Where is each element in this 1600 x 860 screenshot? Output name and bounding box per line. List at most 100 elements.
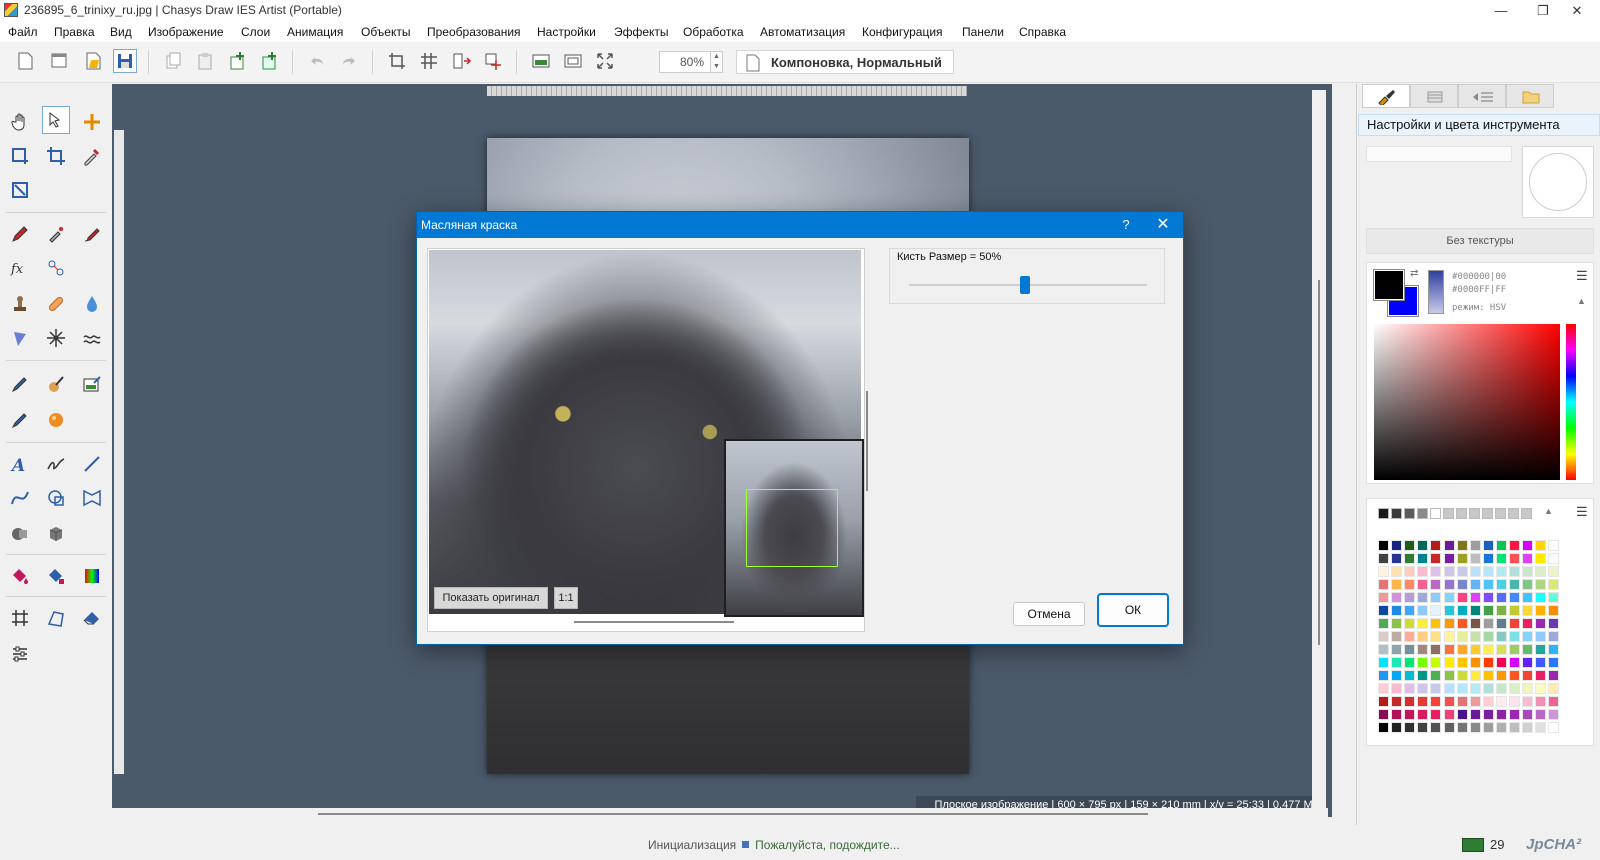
- palette-swatch[interactable]: [1430, 508, 1441, 519]
- palette-swatch[interactable]: [1495, 696, 1507, 707]
- undo-icon[interactable]: [306, 50, 328, 72]
- palette-swatch[interactable]: [1548, 605, 1560, 616]
- palette-swatch[interactable]: [1443, 631, 1455, 642]
- palette-swatch[interactable]: [1404, 566, 1416, 577]
- palette-swatch[interactable]: [1482, 670, 1494, 681]
- clone-tool-icon[interactable]: [42, 254, 70, 282]
- palette-swatch[interactable]: [1378, 579, 1389, 590]
- palette-swatch[interactable]: [1443, 722, 1455, 733]
- palette-swatch[interactable]: [1535, 696, 1547, 707]
- palette-swatch[interactable]: [1443, 618, 1455, 629]
- line-tool-icon[interactable]: [78, 450, 106, 478]
- palette-swatch[interactable]: [1378, 540, 1389, 551]
- redo-icon[interactable]: [338, 50, 360, 72]
- palette-swatch[interactable]: [1443, 592, 1455, 603]
- palette-swatch[interactable]: [1482, 508, 1493, 519]
- menu-objects[interactable]: Объекты: [361, 25, 411, 39]
- palette-swatch[interactable]: [1404, 670, 1416, 681]
- palette-swatch[interactable]: [1548, 657, 1560, 668]
- palette-swatch[interactable]: [1522, 579, 1534, 590]
- palette-swatch[interactable]: [1391, 508, 1402, 519]
- palette-swatch[interactable]: [1535, 592, 1547, 603]
- palette-swatch[interactable]: [1391, 722, 1403, 733]
- palette-swatch[interactable]: [1417, 683, 1429, 694]
- palette-swatch[interactable]: [1522, 657, 1534, 668]
- palette-swatch[interactable]: [1509, 618, 1520, 629]
- palette-swatch[interactable]: [1430, 566, 1442, 577]
- text-tool-icon[interactable]: A: [6, 450, 34, 478]
- palette-swatch[interactable]: [1443, 579, 1455, 590]
- palette-swatch[interactable]: [1391, 657, 1403, 668]
- palette-swatch[interactable]: [1509, 631, 1520, 642]
- palette-swatch[interactable]: [1482, 566, 1494, 577]
- open-window-icon[interactable]: [48, 50, 70, 72]
- water-drop-tool-icon[interactable]: [78, 290, 106, 318]
- palette-swatch[interactable]: [1417, 657, 1429, 668]
- object-tool-icon[interactable]: [6, 520, 34, 548]
- palette-swatch[interactable]: [1430, 540, 1442, 551]
- palette-swatch[interactable]: [1521, 508, 1532, 519]
- crop-canvas-icon[interactable]: [386, 50, 408, 72]
- palette-swatch[interactable]: [1443, 709, 1455, 720]
- wave-tool-icon[interactable]: [78, 324, 106, 352]
- foreground-color-swatch[interactable]: [1373, 269, 1405, 301]
- palette-swatch[interactable]: [1509, 696, 1520, 707]
- palette-swatch[interactable]: [1456, 553, 1468, 564]
- cancel-button[interactable]: Отмена: [1013, 602, 1085, 626]
- palette-swatch[interactable]: [1548, 670, 1560, 681]
- close-window-button[interactable]: ✕: [1554, 0, 1600, 22]
- palette-swatch[interactable]: [1495, 566, 1507, 577]
- smudge-tool-icon[interactable]: [6, 324, 34, 352]
- palette-swatch[interactable]: [1378, 722, 1389, 733]
- palette-swatch[interactable]: [1522, 722, 1534, 733]
- palette-swatch[interactable]: [1443, 670, 1455, 681]
- palette-swatch[interactable]: [1404, 579, 1416, 590]
- palette-swatch[interactable]: [1535, 553, 1547, 564]
- palette-swatch[interactable]: [1495, 540, 1507, 551]
- palette-swatch[interactable]: [1522, 631, 1534, 642]
- palette-swatch[interactable]: [1509, 709, 1520, 720]
- saturation-value-picker[interactable]: [1374, 324, 1560, 480]
- palette-swatch[interactable]: [1417, 579, 1429, 590]
- palette-swatch[interactable]: [1495, 670, 1507, 681]
- palette-swatch[interactable]: [1495, 631, 1507, 642]
- effect-preview[interactable]: Показать оригинал 1:1: [427, 248, 868, 632]
- palette-swatch[interactable]: [1430, 709, 1442, 720]
- palette-swatch[interactable]: [1482, 709, 1494, 720]
- picture-brush-tool-icon[interactable]: [78, 370, 106, 398]
- palette-swatch[interactable]: [1482, 618, 1494, 629]
- palette-swatch[interactable]: [1482, 696, 1494, 707]
- palette-swatch[interactable]: [1404, 508, 1415, 519]
- palette-swatch[interactable]: [1482, 592, 1494, 603]
- actual-size-button[interactable]: 1:1: [554, 587, 578, 609]
- palette-swatch[interactable]: [1482, 644, 1494, 655]
- palette-swatch[interactable]: [1548, 592, 1560, 603]
- menu-configuration[interactable]: Конфигурация: [862, 25, 943, 39]
- palette-swatch[interactable]: [1443, 566, 1455, 577]
- palette-swatch[interactable]: [1456, 670, 1468, 681]
- palette-swatch[interactable]: [1469, 683, 1481, 694]
- palette-swatch[interactable]: [1417, 644, 1429, 655]
- palette-swatch[interactable]: [1548, 722, 1560, 733]
- palette-swatch[interactable]: [1417, 540, 1429, 551]
- palette-swatch[interactable]: [1522, 709, 1534, 720]
- alpha-slider[interactable]: [1428, 270, 1444, 314]
- palette-swatch[interactable]: [1535, 644, 1547, 655]
- perspective-tool-icon[interactable]: [42, 604, 70, 632]
- palette-swatch[interactable]: [1404, 605, 1416, 616]
- grid-icon[interactable]: [418, 50, 440, 72]
- navigator-viewport[interactable]: [746, 489, 838, 567]
- palette-swatch[interactable]: [1535, 579, 1547, 590]
- stamp-tool-icon[interactable]: [6, 290, 34, 318]
- paste-icon[interactable]: [194, 50, 216, 72]
- palette-swatch[interactable]: [1404, 696, 1416, 707]
- palette-swatch[interactable]: [1391, 709, 1403, 720]
- pencil-tool-icon[interactable]: [6, 220, 34, 248]
- palette-swatch[interactable]: [1378, 670, 1389, 681]
- palette-swatch[interactable]: [1469, 553, 1481, 564]
- palette-swatch[interactable]: [1482, 722, 1494, 733]
- palette-swatch[interactable]: [1417, 566, 1429, 577]
- palette-swatch[interactable]: [1469, 566, 1481, 577]
- gradient-tool-icon[interactable]: [78, 562, 106, 590]
- palette-swatch[interactable]: [1509, 540, 1520, 551]
